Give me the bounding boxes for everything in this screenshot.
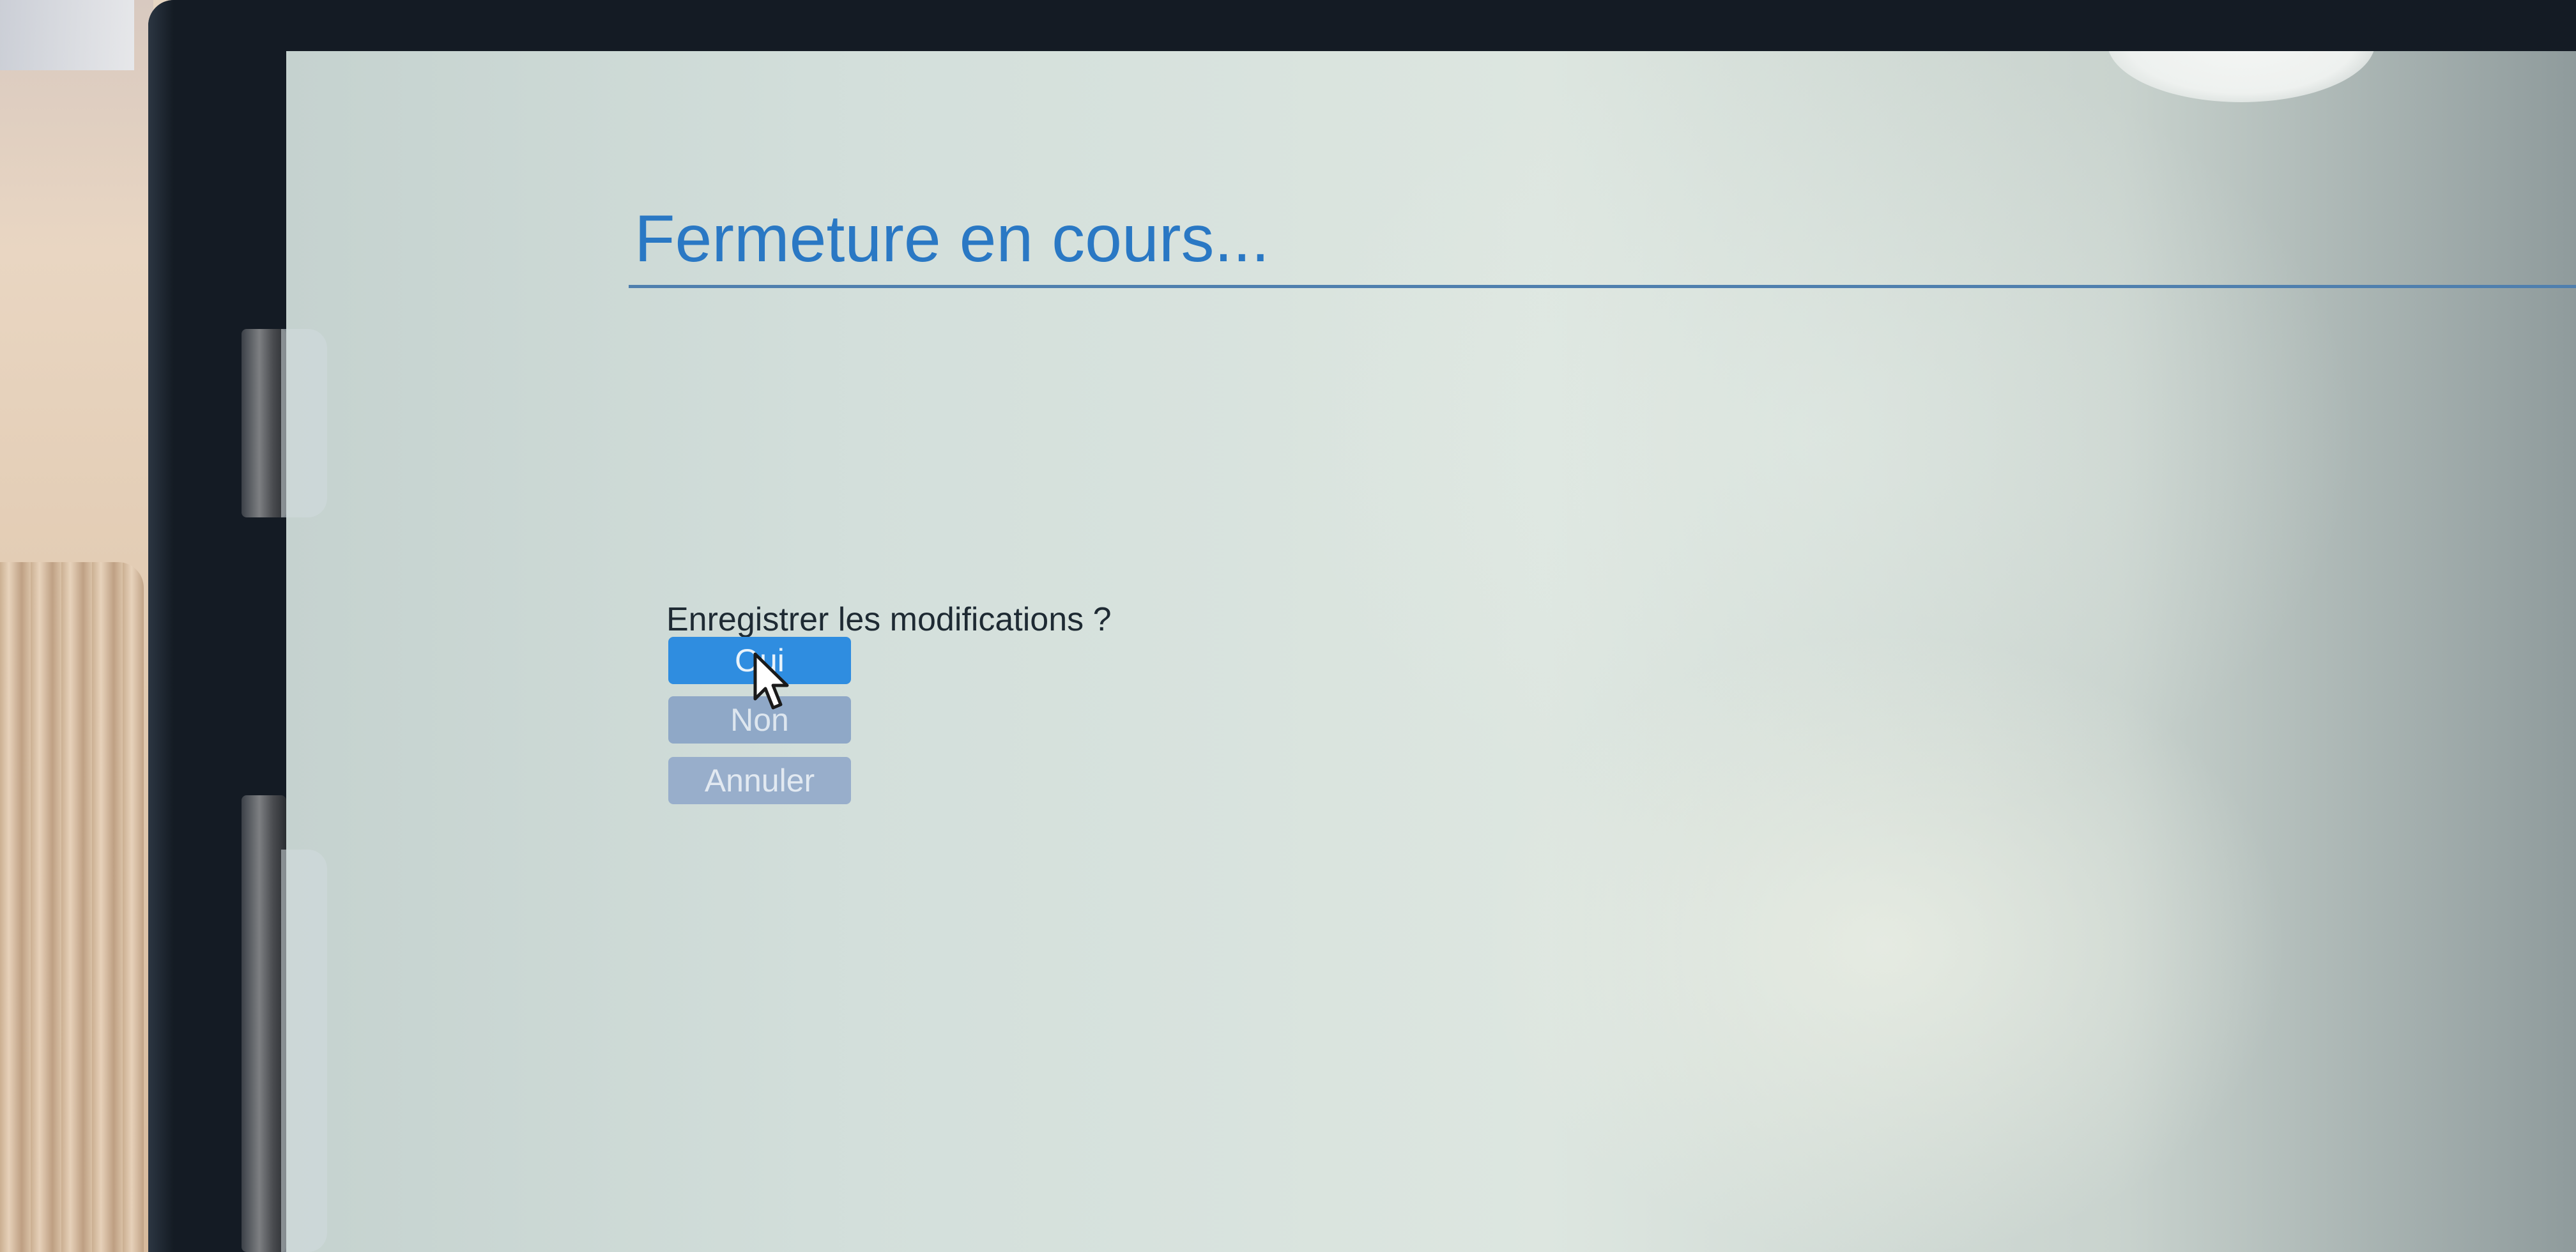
background-radiator [0, 562, 144, 1252]
laptop-screen: Fermeture en cours... Enregistrer les mo… [286, 51, 2576, 1252]
screen-glare [2107, 51, 2375, 102]
screen-hinge-bottom [241, 795, 286, 1252]
photo-scene: Fermeture en cours... Enregistrer les mo… [0, 0, 2576, 1252]
hinge-clip-top [281, 329, 327, 517]
save-changes-prompt: Enregistrer les modifications ? [666, 601, 1112, 638]
laptop-bezel-edge [148, 0, 174, 1252]
page-title: Fermeture en cours... [634, 202, 1270, 276]
screen-hinge-top [241, 329, 286, 517]
title-divider [629, 285, 2576, 288]
mouse-pointer-icon [753, 652, 789, 710]
cancel-button[interactable]: Annuler [668, 757, 851, 804]
hinge-clip-bottom [281, 850, 327, 1252]
window-glare [0, 0, 134, 70]
